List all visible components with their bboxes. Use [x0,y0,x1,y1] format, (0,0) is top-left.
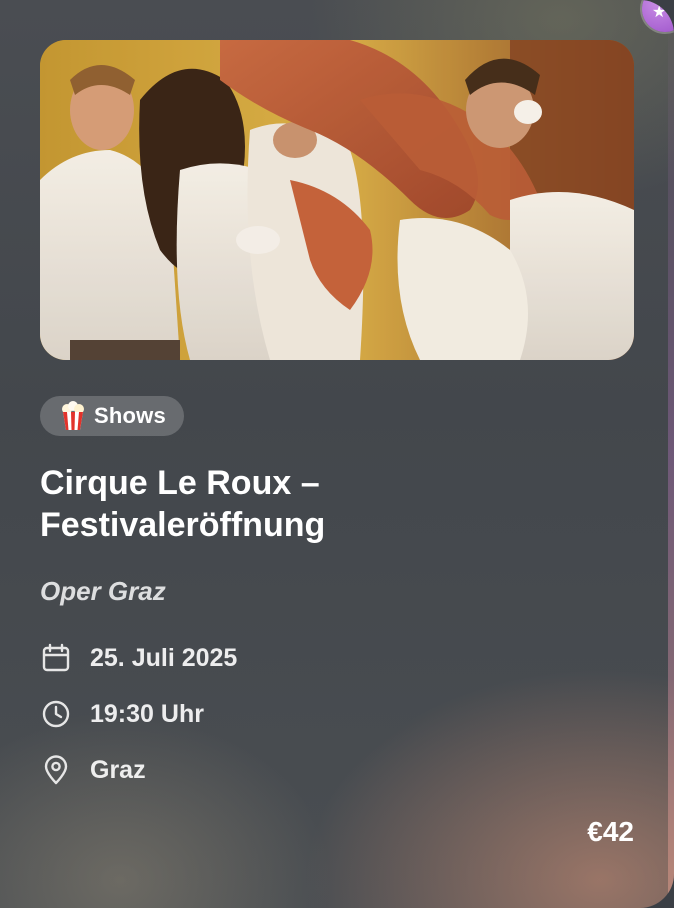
event-date: 25. Juli 2025 [90,643,238,672]
event-venue: Oper Graz [40,576,166,606]
category-badge[interactable]: Shows [40,396,184,436]
event-image [40,40,634,360]
event-card[interactable]: ★ Shows Cirque Le Roux – Festivaleröffnu… [0,0,674,908]
event-photo-illustration [40,40,634,360]
calendar-icon [42,643,70,672]
category-label: Shows [94,403,166,428]
favorite-star-icon[interactable]: ★ [642,0,674,32]
event-time-row: 19:30 Uhr [40,696,204,732]
popcorn-icon [62,401,84,430]
event-date-row: 25. Juli 2025 [40,640,237,676]
event-price: €42 [587,816,634,847]
event-time: 19:30 Uhr [90,699,204,728]
event-title[interactable]: Cirque Le Roux – Festivaleröffnung [40,462,600,546]
map-pin-icon [44,755,68,785]
event-title-line2: Festivaleröffnung [40,506,326,544]
event-location-row: Graz [40,752,146,788]
event-location: Graz [90,755,146,784]
clock-icon [42,700,70,728]
event-title-line1: Cirque Le Roux – [40,464,320,502]
